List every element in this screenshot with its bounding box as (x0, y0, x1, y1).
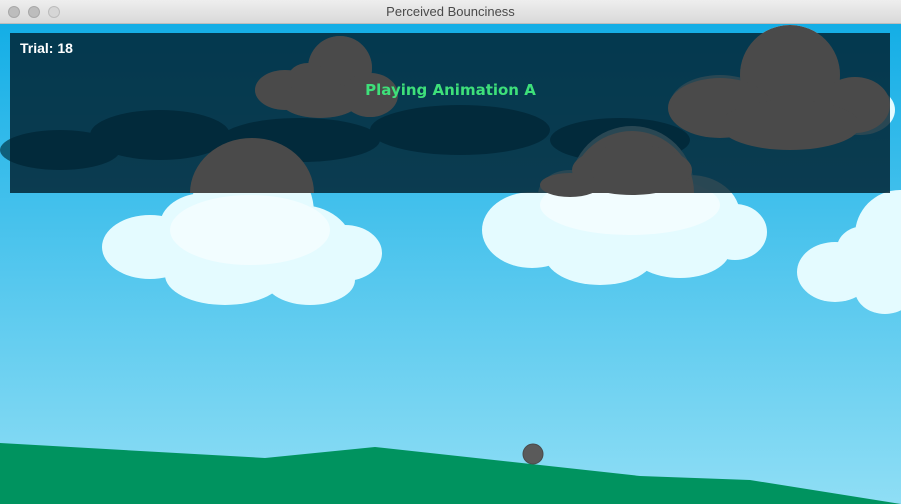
window-title: Perceived Bounciness (386, 4, 515, 19)
app-window: Perceived Bounciness Trial: 18 Playing A… (0, 0, 901, 504)
title-bar: Perceived Bounciness (0, 0, 901, 24)
trial-counter: Trial: 18 (20, 40, 73, 56)
animation-status: Playing Animation A (365, 81, 536, 99)
